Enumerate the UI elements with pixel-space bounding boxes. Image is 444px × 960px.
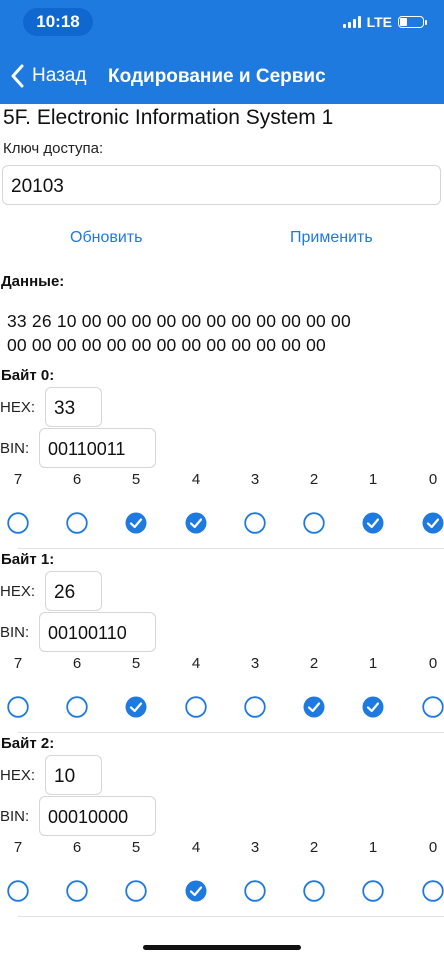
hex-label: HEX:	[0, 767, 36, 784]
nav-header: 10:18 LTE Назад Кодирование и Сервис	[0, 0, 444, 104]
divider	[18, 732, 444, 733]
back-button[interactable]: Назад	[10, 64, 86, 88]
bit-number: 4	[191, 839, 201, 856]
byte-block: Байт 2: HEX: 10 BIN: 00010000 7 6 5 4 3 2 1 0	[0, 735, 444, 919]
unchecked-circle-icon[interactable]	[303, 880, 325, 902]
bit-number: 6	[72, 471, 82, 488]
checked-circle-icon[interactable]	[125, 512, 147, 534]
unchecked-circle-icon[interactable]	[185, 696, 207, 718]
bit-number: 1	[368, 655, 378, 672]
nav-title: Кодирование и Сервис	[108, 66, 326, 87]
checked-circle-icon[interactable]	[185, 880, 207, 902]
refresh-button[interactable]: Обновить	[70, 229, 142, 247]
data-hex-line-2: 00 00 00 00 00 00 00 00 00 00 00 00 00	[7, 335, 326, 355]
bit-number: 7	[13, 471, 23, 488]
status-time: 10:18	[23, 8, 93, 36]
hex-input[interactable]: 10	[45, 755, 102, 795]
unchecked-circle-icon[interactable]	[244, 512, 266, 534]
unchecked-circle-icon[interactable]	[7, 696, 29, 718]
checked-circle-icon[interactable]	[303, 696, 325, 718]
bit-number: 4	[191, 655, 201, 672]
bit-number: 3	[250, 839, 260, 856]
access-key-label: Ключ доступа:	[3, 140, 104, 157]
bit-number: 1	[368, 839, 378, 856]
data-label: Данные:	[1, 273, 65, 290]
divider	[18, 916, 444, 917]
hex-input[interactable]: 26	[45, 571, 102, 611]
byte-block: Байт 0: HEX: 33 BIN: 00110011 7 6 5 4 3 2 1 0	[0, 367, 444, 551]
bit-number: 5	[131, 655, 141, 672]
unchecked-circle-icon[interactable]	[7, 512, 29, 534]
apply-button[interactable]: Применить	[290, 229, 373, 247]
hex-input[interactable]: 33	[45, 387, 102, 427]
bin-input[interactable]: 00110011	[39, 428, 156, 468]
checked-circle-icon[interactable]	[185, 512, 207, 534]
checked-circle-icon[interactable]	[362, 696, 384, 718]
bit-number: 5	[131, 839, 141, 856]
chevron-left-icon	[11, 64, 24, 88]
bit-number: 7	[13, 839, 23, 856]
access-key-input[interactable]: 20103	[2, 165, 441, 205]
status-indicators: LTE	[342, 14, 427, 30]
unchecked-circle-icon[interactable]	[422, 696, 444, 718]
checked-circle-icon[interactable]	[422, 512, 444, 534]
byte-block: Байт 1: HEX: 26 BIN: 00100110 7 6 5 4 3 2 1 0	[0, 551, 444, 735]
bin-label: BIN:	[0, 808, 30, 825]
bit-number: 6	[72, 839, 82, 856]
unchecked-circle-icon[interactable]	[66, 696, 88, 718]
bit-number: 5	[131, 471, 141, 488]
bit-number: 4	[191, 471, 201, 488]
bit-number: 1	[368, 471, 378, 488]
bin-input[interactable]: 00100110	[39, 612, 156, 652]
ecu-title: 5F. Electronic Information System 1	[3, 106, 334, 129]
bit-number: 0	[428, 471, 438, 488]
bit-number: 2	[309, 655, 319, 672]
bin-label: BIN:	[0, 440, 30, 457]
unchecked-circle-icon[interactable]	[422, 880, 444, 902]
network-label: LTE	[366, 14, 392, 30]
bit-number: 2	[309, 471, 319, 488]
home-indicator[interactable]	[143, 945, 301, 950]
checked-circle-icon[interactable]	[125, 696, 147, 718]
hex-label: HEX:	[0, 399, 36, 416]
bin-label: BIN:	[0, 624, 30, 641]
unchecked-circle-icon[interactable]	[125, 880, 147, 902]
bit-number: 6	[72, 655, 82, 672]
bit-number: 7	[13, 655, 23, 672]
unchecked-circle-icon[interactable]	[66, 512, 88, 534]
divider	[18, 548, 444, 549]
unchecked-circle-icon[interactable]	[362, 880, 384, 902]
bit-number: 0	[428, 839, 438, 856]
bit-number: 3	[250, 655, 260, 672]
bit-number: 2	[309, 839, 319, 856]
unchecked-circle-icon[interactable]	[7, 880, 29, 902]
unchecked-circle-icon[interactable]	[66, 880, 88, 902]
back-label: Назад	[32, 65, 87, 86]
byte-label: Байт 0:	[1, 367, 55, 384]
unchecked-circle-icon[interactable]	[303, 512, 325, 534]
unchecked-circle-icon[interactable]	[244, 696, 266, 718]
data-hex-line-1: 33 26 10 00 00 00 00 00 00 00 00 00 00 0…	[7, 311, 351, 331]
signal-icon	[342, 16, 361, 28]
byte-label: Байт 1:	[1, 551, 55, 568]
bin-input[interactable]: 00010000	[39, 796, 156, 836]
checked-circle-icon[interactable]	[362, 512, 384, 534]
byte-label: Байт 2:	[1, 735, 55, 752]
bit-number: 3	[250, 471, 260, 488]
bit-number: 0	[428, 655, 438, 672]
hex-label: HEX:	[0, 583, 36, 600]
battery-icon	[398, 16, 427, 28]
unchecked-circle-icon[interactable]	[244, 880, 266, 902]
